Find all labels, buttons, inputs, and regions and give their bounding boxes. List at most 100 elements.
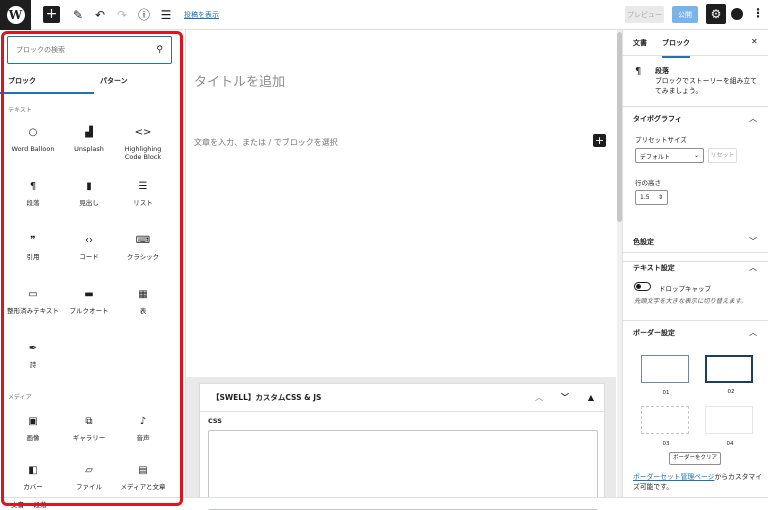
chevron-up-icon[interactable]: ︿ [749,113,757,124]
block-item[interactable]: ▤ メディアと文章 [116,463,170,491]
code-block-icon: <> [134,127,152,138]
pullquote-icon: ▬ [84,289,94,300]
block-item[interactable]: ▱ ファイル [62,463,116,491]
border-option-01[interactable]: 01 [641,355,689,396]
preset-size-value: デフォルト [640,154,671,161]
block-item-label: Highlighing Code Block [124,145,162,161]
publish-button[interactable]: 公開 [672,6,698,23]
tab-patterns[interactable]: パターン [94,74,186,94]
breadcrumb[interactable]: 文書 → 段落 [11,499,47,509]
wordpress-logo[interactable]: W [0,0,31,30]
move-up-icon[interactable]: ︿ [526,392,552,403]
block-item[interactable]: ⌨ クラシック [116,233,170,261]
collapse-icon[interactable]: ▲ [578,393,604,402]
block-item-label: Word Balloon [11,145,55,153]
block-item[interactable]: ⧉ ギャラリー [62,414,116,442]
border-settings-panel: ボーダー設定 ︿ 01 02 03 04 ボーダーをクリア ボーダーセット管理ペ… [623,328,768,509]
info-icon[interactable]: ⓘ [134,6,154,23]
paragraph-icon: ¶ [29,181,37,192]
keyboard-icon: ⌨ [135,235,151,246]
drop-cap-toggle[interactable] [634,282,651,291]
block-item[interactable]: ◧ カバー [6,463,60,491]
block-item-label: 詩 [29,361,37,369]
border-option-label: 01 [662,390,670,396]
block-item[interactable]: ‹› コード [62,233,116,261]
stepper-icon: ⇕ [657,194,663,201]
move-down-icon[interactable]: ﹀ [552,392,578,403]
typography-panel: タイポグラフィ ︿ プリセットサイズ デフォルト ⌄ リセット 行の高さ 1.5 ⇕ [623,114,768,253]
block-item[interactable]: ▭ 整形済みテキスト [6,287,60,315]
post-title-input[interactable]: タイトルを追加 [194,71,285,90]
block-item[interactable]: ☰ リスト [116,179,170,207]
undo-icon[interactable]: ↶ [90,8,110,22]
add-block-button[interactable]: + [43,6,60,23]
preset-size-label: プリセットサイズ [635,136,687,144]
border-settings-heading[interactable]: ボーダー設定 [633,328,675,338]
block-item[interactable]: <> Highlighing Code Block [116,125,170,161]
line-height-input[interactable]: 1.5 ⇕ [635,190,668,205]
inline-add-block-button[interactable]: + [593,134,606,147]
block-item[interactable]: ✒ 詩 [6,341,60,369]
border-management-note: ボーダーセット管理ページからカスタマイズ可能です。 [633,472,767,492]
settings-gear-icon[interactable]: ⚙ [706,4,726,24]
pencil-icon[interactable]: ✎ [68,8,88,22]
block-item[interactable]: ▣ 画像 [6,414,60,442]
block-item-label: 表 [139,307,147,315]
media-text-icon: ▤ [138,465,148,476]
chevron-down-icon: ⌄ [693,152,699,159]
wordpress-icon: W [6,5,25,24]
border-clear-button[interactable]: ボーダーをクリア [669,452,721,465]
preview-button[interactable]: プレビュー [625,6,664,23]
typography-heading[interactable]: タイポグラフィ [633,114,682,124]
border-option-04[interactable]: 04 [705,406,753,447]
block-item[interactable]: ▬ プルクオート [62,287,116,315]
swell-icon[interactable] [731,8,743,20]
more-options-icon[interactable]: ⋮ [752,6,764,20]
border-option-label: 04 [726,441,734,447]
tab-blocks[interactable]: ブロック [0,74,94,94]
block-search-input[interactable]: ブロックの検索 ⚲ [7,36,172,64]
block-card: ¶ 段落 ブロックでストーリーを組み立ててみましょう。 [623,57,768,107]
text-settings-panel: テキスト設定 ︿ ドロップキャップ 先頭文字を大きな表示に切り替えます。 [623,263,768,321]
block-item-label: 見出し [79,199,99,207]
block-item-label: リスト [133,199,153,207]
block-item-label: メディアと文章 [120,483,166,491]
border-option-label: 03 [662,441,670,447]
chevron-up-icon[interactable]: ︿ [749,327,757,338]
show-post-link[interactable]: 投稿を表示 [184,10,219,20]
list-icon: ☰ [138,181,148,192]
color-settings-heading[interactable]: 色設定 [633,237,654,247]
border-option-03[interactable]: 03 [641,406,689,447]
list-view-icon[interactable]: ☰ [156,8,176,22]
border-option-label: 02 [727,389,735,395]
reset-button[interactable]: リセット [708,148,737,163]
line-height-value: 1.5 [640,194,650,201]
redo-icon[interactable]: ↷ [112,8,132,22]
tab-block[interactable]: ブロック [662,38,690,58]
block-inserter-panel: ブロックの検索 ⚲ ブロック パターン テキスト ○ Word Balloon ▟ U… [0,30,186,509]
block-item[interactable]: ¶ 段落 [6,179,60,207]
block-item[interactable]: ❞ 引用 [6,233,60,261]
border-option-02[interactable]: 02 [705,355,753,395]
image-icon: ▣ [28,416,38,427]
toggle-knob [636,284,641,289]
paragraph-input[interactable]: 文章を入力、または / でブロックを選択 [194,137,338,148]
block-item[interactable]: ○ Word Balloon [6,125,60,153]
border-management-link[interactable]: ボーダーセット管理ページ [633,473,714,481]
block-item[interactable]: ▟ Unsplash [62,125,116,153]
block-item-label: プルクオート [69,307,109,315]
block-item-label: ファイル [76,483,102,491]
block-item[interactable]: ♪ 音声 [116,414,170,442]
line-height-label: 行の高さ [635,179,661,187]
preformatted-icon: ▭ [28,289,38,300]
preset-size-select[interactable]: デフォルト ⌄ [635,148,704,163]
block-item[interactable]: ▦ 表 [116,287,170,315]
close-icon[interactable]: ✕ [751,37,758,46]
text-settings-heading[interactable]: テキスト設定 [633,263,675,273]
chevron-up-icon[interactable]: ︿ [749,262,757,273]
block-item[interactable]: ▮ 見出し [62,179,116,207]
tab-document[interactable]: 文書 [633,38,647,48]
sidebar-tabs: 文書 ブロック ✕ [623,30,768,58]
chevron-down-icon[interactable]: ﹀ [749,236,757,247]
block-item-label: カバー [23,483,43,491]
